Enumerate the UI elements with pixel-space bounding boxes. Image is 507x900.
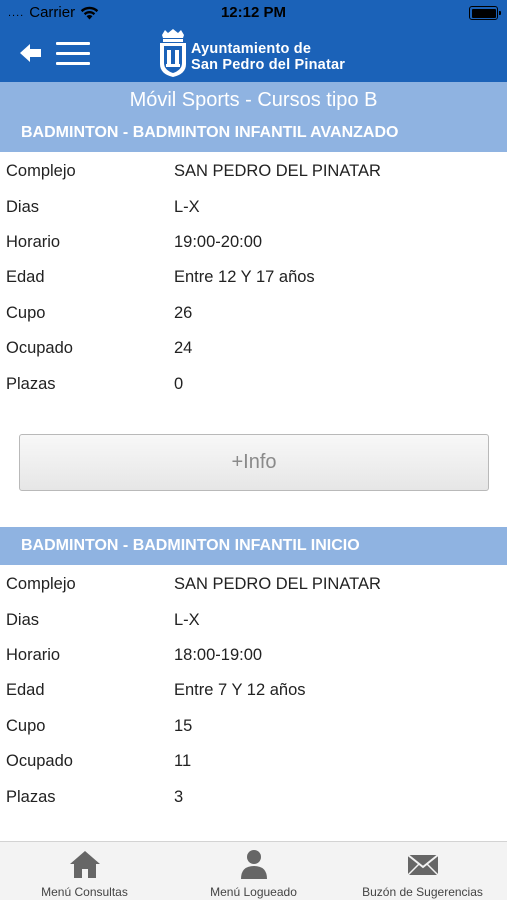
detail-value: 19:00-20:00 bbox=[174, 232, 263, 251]
app-header: Ayuntamiento de San Pedro del Pinatar bbox=[0, 26, 507, 82]
detail-label: Plazas bbox=[6, 374, 56, 393]
hamburger-menu-icon[interactable] bbox=[56, 42, 90, 66]
course-header: BADMINTON - BADMINTON INFANTIL INICIO bbox=[0, 527, 507, 565]
detail-row-complejo: Complejo SAN PEDRO DEL PINATAR bbox=[0, 154, 507, 189]
detail-row-edad: Edad Entre 7 Y 12 años bbox=[0, 673, 507, 708]
detail-label: Edad bbox=[6, 681, 45, 700]
detail-value: Entre 7 Y 12 años bbox=[174, 681, 306, 700]
detail-value: L-X bbox=[174, 610, 200, 629]
detail-row-horario: Horario 19:00-20:00 bbox=[0, 225, 507, 260]
status-bar: .... Carrier 12:12 PM bbox=[0, 0, 507, 26]
user-icon bbox=[240, 850, 267, 879]
mail-icon bbox=[406, 854, 439, 876]
detail-row-plazas: Plazas 3 bbox=[0, 779, 507, 814]
detail-label: Complejo bbox=[6, 162, 76, 181]
detail-label: Dias bbox=[6, 610, 40, 629]
detail-value: L-X bbox=[174, 197, 200, 216]
course-card-2: BADMINTON - BADMINTON INFANTIL INICIO Co… bbox=[0, 527, 507, 815]
detail-row-edad: Edad Entre 12 Y 17 años bbox=[0, 260, 507, 295]
course-card-1: BADMINTON - BADMINTON INFANTIL AVANZADO … bbox=[0, 114, 507, 491]
detail-value: 24 bbox=[174, 339, 193, 358]
detail-value: 0 bbox=[174, 374, 184, 393]
more-info-button[interactable]: +Info bbox=[19, 433, 489, 491]
municipality-brand: Ayuntamiento de San Pedro del Pinatar bbox=[191, 41, 345, 73]
tab-buzon-sugerencias[interactable]: Buzón de Sugerencias bbox=[338, 842, 507, 900]
status-time: 12:12 PM bbox=[220, 4, 287, 21]
tab-label: Menú Logueado bbox=[210, 885, 297, 899]
detail-label: Cupo bbox=[6, 303, 46, 322]
coat-of-arms-logo bbox=[160, 29, 186, 77]
detail-row-plazas: Plazas 0 bbox=[0, 366, 507, 401]
detail-label: Complejo bbox=[6, 575, 76, 594]
detail-label: Ocupado bbox=[6, 752, 73, 771]
course-detail-list: Complejo SAN PEDRO DEL PINATAR Dias L-X Ho… bbox=[0, 152, 507, 402]
detail-row-dias: Dias L-X bbox=[0, 602, 507, 637]
detail-row-ocupado: Ocupado 24 bbox=[0, 331, 507, 366]
detail-value: 11 bbox=[174, 752, 192, 771]
detail-label: Horario bbox=[6, 645, 61, 664]
brand-line-2: San Pedro del Pinatar bbox=[191, 57, 346, 73]
detail-label: Edad bbox=[6, 268, 45, 287]
detail-label: Plazas bbox=[6, 787, 56, 806]
detail-row-cupo: Cupo 26 bbox=[0, 296, 507, 331]
bottom-tab-bar: Menú Consultas Menú Logueado Buzón de Su… bbox=[0, 841, 507, 900]
detail-label: Horario bbox=[6, 232, 61, 251]
detail-value: SAN PEDRO DEL PINATAR bbox=[174, 162, 381, 181]
detail-value: 18:00-19:00 bbox=[174, 645, 263, 664]
detail-value: 26 bbox=[174, 303, 193, 322]
detail-value: Entre 12 Y 17 años bbox=[174, 268, 315, 287]
detail-value: 15 bbox=[174, 716, 193, 735]
course-header: BADMINTON - BADMINTON INFANTIL AVANZADO bbox=[0, 114, 507, 152]
detail-row-horario: Horario 18:00-19:00 bbox=[0, 638, 507, 673]
detail-row-cupo: Cupo 15 bbox=[0, 709, 507, 744]
tab-label: Buzón de Sugerencias bbox=[362, 885, 483, 899]
detail-label: Cupo bbox=[6, 716, 46, 735]
tab-menu-logueado[interactable]: Menú Logueado bbox=[169, 842, 338, 900]
tab-label: Menú Consultas bbox=[41, 885, 128, 899]
battery-icon bbox=[469, 6, 501, 20]
detail-row-complejo: Complejo SAN PEDRO DEL PINATAR bbox=[0, 567, 507, 602]
detail-label: Ocupado bbox=[6, 339, 73, 358]
course-detail-list: Complejo SAN PEDRO DEL PINATAR Dias L-X Ho… bbox=[0, 565, 507, 815]
tab-menu-consultas[interactable]: Menú Consultas bbox=[0, 842, 169, 900]
back-arrow-icon[interactable] bbox=[18, 40, 44, 66]
detail-label: Dias bbox=[6, 197, 40, 216]
detail-row-ocupado: Ocupado 11 bbox=[0, 744, 507, 779]
detail-value: 3 bbox=[174, 787, 184, 806]
page-title: Móvil Sports - Cursos tipo B bbox=[0, 82, 507, 118]
home-icon bbox=[69, 851, 100, 878]
detail-row-dias: Dias L-X bbox=[0, 189, 507, 224]
detail-value: SAN PEDRO DEL PINATAR bbox=[174, 575, 381, 594]
brand-line-1: Ayuntamiento de bbox=[191, 41, 312, 57]
